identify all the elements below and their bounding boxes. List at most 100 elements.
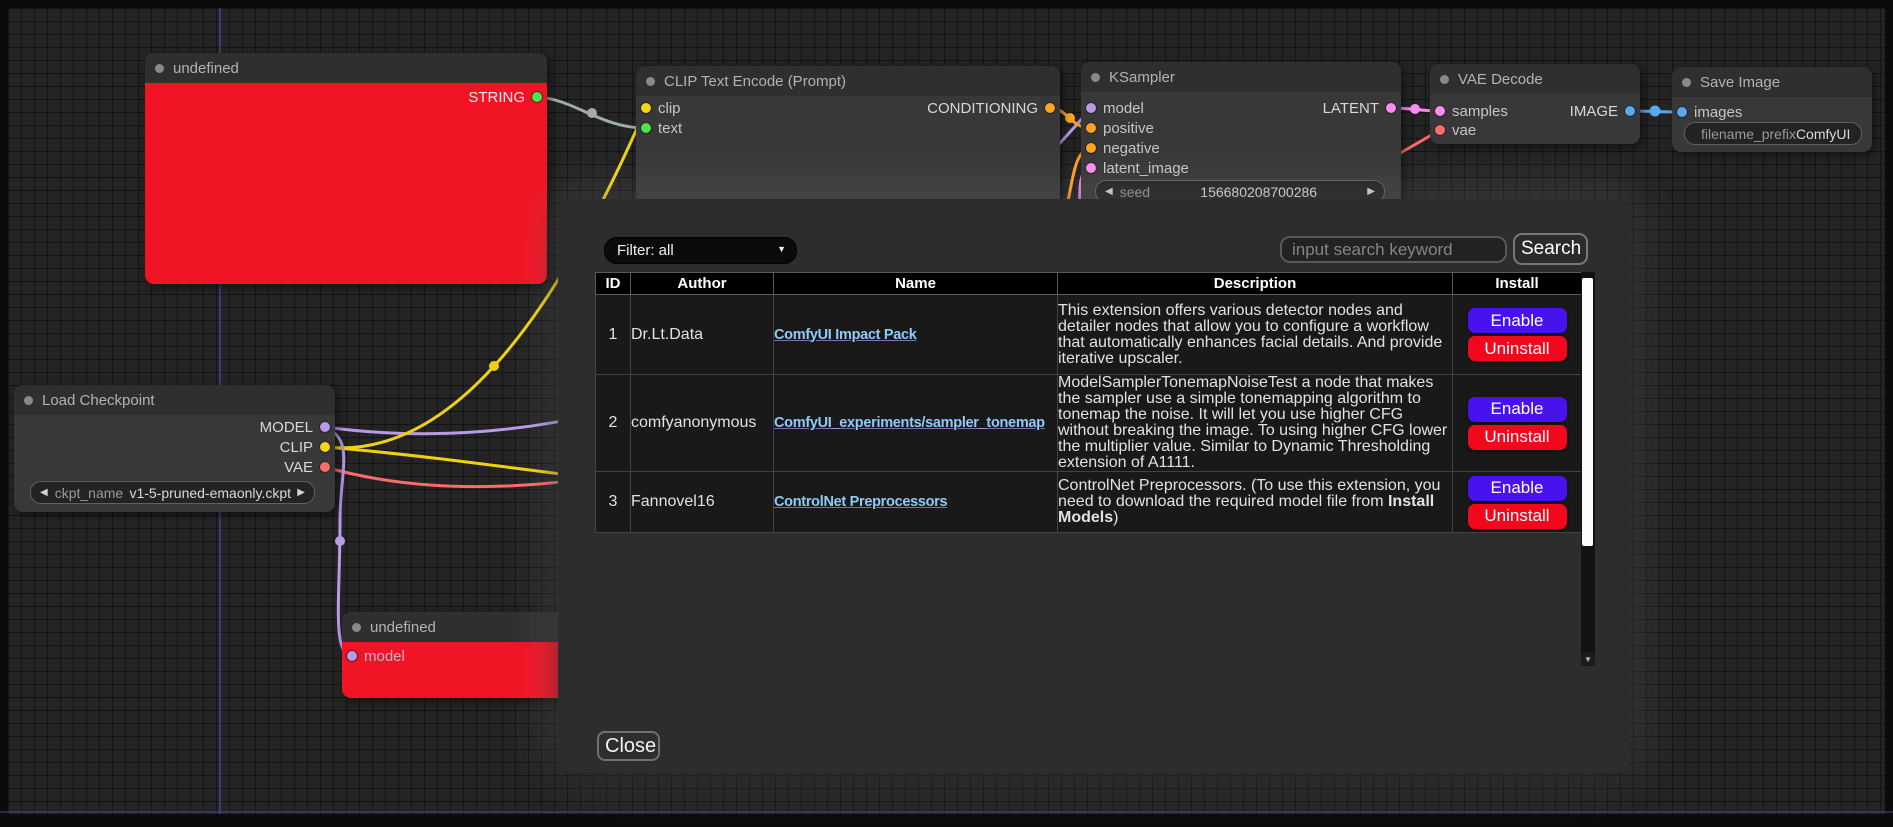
- node-status-dot: [646, 77, 655, 86]
- filename-prefix-widget[interactable]: filename_prefix ComfyUI: [1684, 122, 1862, 145]
- output-label: CLIP: [280, 439, 313, 456]
- node-titlebar[interactable]: KSampler: [1081, 62, 1401, 92]
- node-titlebar[interactable]: undefined: [342, 612, 572, 642]
- node-save-image[interactable]: Save Image images filename_prefix ComfyU…: [1672, 67, 1872, 152]
- node-status-dot: [24, 396, 33, 405]
- input-port-text[interactable]: [641, 123, 651, 133]
- node-title: CLIP Text Encode (Prompt): [664, 73, 846, 90]
- output-port-latent[interactable]: [1386, 103, 1396, 113]
- cell-name: ControlNet Preprocessors: [774, 472, 1058, 533]
- cell-author: comfyanonymous: [631, 375, 774, 472]
- table-header-row: ID Author Name Description Install: [596, 273, 1582, 295]
- cell-name: ComfyUI_experiments/sampler_tonemap: [774, 375, 1058, 472]
- cell-author: Dr.Lt.Data: [631, 295, 774, 375]
- output-port-model[interactable]: [320, 422, 330, 432]
- output-port-conditioning[interactable]: [1045, 103, 1055, 113]
- input-label: model: [364, 648, 405, 665]
- input-port-model[interactable]: [1086, 103, 1096, 113]
- node-status-dot: [352, 623, 361, 632]
- widget-value: ComfyUI: [1796, 126, 1850, 142]
- widget-value: 156680208700286: [1150, 184, 1367, 200]
- cell-install: Enable Uninstall: [1453, 472, 1582, 533]
- node-titlebar[interactable]: Save Image: [1672, 67, 1872, 97]
- table-row: 1Dr.Lt.DataComfyUI Impact PackThis exten…: [596, 295, 1582, 375]
- close-button[interactable]: Close: [597, 731, 660, 761]
- canvas-guide-horizontal: [0, 811, 1893, 813]
- uninstall-button[interactable]: Uninstall: [1468, 504, 1567, 529]
- node-vae-decode[interactable]: VAE Decode samples IMAGE vae: [1430, 64, 1640, 144]
- enable-button[interactable]: Enable: [1468, 397, 1567, 422]
- input-label: model: [1103, 100, 1144, 117]
- cell-description: This extension offers various detector n…: [1058, 295, 1453, 375]
- scrollbar-track[interactable]: ▼: [1581, 272, 1595, 666]
- node-titlebar[interactable]: CLIP Text Encode (Prompt): [636, 66, 1060, 96]
- output-port-clip[interactable]: [320, 442, 330, 452]
- output-port-vae[interactable]: [320, 462, 330, 472]
- description-text: ): [1113, 509, 1118, 526]
- node-title: VAE Decode: [1458, 71, 1543, 88]
- extension-manager-dialog: Filter: all ▼ Search ID Author Name Desc…: [558, 199, 1630, 773]
- enable-button[interactable]: Enable: [1468, 308, 1567, 333]
- input-port-samples[interactable]: [1435, 106, 1445, 116]
- input-label: samples: [1452, 103, 1508, 120]
- node-load-checkpoint[interactable]: Load Checkpoint MODEL CLIP VAE ◀ ckpt_na…: [14, 385, 335, 512]
- widget-left-arrow-icon[interactable]: ◀: [1105, 187, 1113, 197]
- input-label: negative: [1103, 140, 1160, 157]
- extensions-table-body: 1Dr.Lt.DataComfyUI Impact PackThis exten…: [596, 295, 1582, 533]
- node-status-dot: [1440, 75, 1449, 84]
- ckpt-name-widget[interactable]: ◀ ckpt_name v1-5-pruned-emaonly.ckpt ▶: [30, 481, 315, 504]
- extension-link[interactable]: ComfyUI Impact Pack: [774, 327, 917, 343]
- input-port-clip[interactable]: [641, 103, 651, 113]
- node-title: Load Checkpoint: [42, 392, 155, 409]
- node-titlebar[interactable]: VAE Decode: [1430, 64, 1640, 94]
- node-title: KSampler: [1109, 69, 1175, 86]
- filter-select[interactable]: Filter: all: [604, 237, 797, 264]
- extension-link[interactable]: ComfyUI_experiments/sampler_tonemap: [774, 415, 1045, 431]
- search-button[interactable]: Search: [1513, 233, 1588, 265]
- widget-right-arrow-icon[interactable]: ▶: [1367, 187, 1375, 197]
- scrollbar-thumb[interactable]: [1582, 278, 1593, 546]
- output-label: MODEL: [260, 419, 313, 436]
- cell-install: Enable Uninstall: [1453, 375, 1582, 472]
- output-label: STRING: [468, 89, 525, 106]
- output-port-image[interactable]: [1625, 106, 1635, 116]
- extensions-table-container: ID Author Name Description Install 1Dr.L…: [595, 272, 1595, 666]
- extension-link[interactable]: ControlNet Preprocessors: [774, 494, 947, 510]
- uninstall-button[interactable]: Uninstall: [1468, 425, 1567, 450]
- column-header-author: Author: [631, 273, 774, 295]
- cell-description: ModelSamplerTonemapNoiseTest a node that…: [1058, 375, 1453, 472]
- cell-id: 3: [596, 472, 631, 533]
- node-ksampler[interactable]: KSampler model LATENT positive negative …: [1081, 62, 1401, 210]
- input-port-vae[interactable]: [1435, 125, 1445, 135]
- input-port-negative[interactable]: [1086, 143, 1096, 153]
- node-undefined-bottom[interactable]: undefined model: [342, 612, 572, 698]
- cell-description: ControlNet Preprocessors. (To use this e…: [1058, 472, 1453, 533]
- search-input[interactable]: [1280, 236, 1507, 263]
- output-label: IMAGE: [1570, 103, 1618, 120]
- input-label: vae: [1452, 122, 1476, 139]
- input-port-positive[interactable]: [1086, 123, 1096, 133]
- output-port-string[interactable]: [532, 92, 542, 102]
- widget-value: v1-5-pruned-emaonly.ckpt: [123, 485, 297, 501]
- input-port-model[interactable]: [347, 651, 357, 661]
- input-label: text: [658, 120, 682, 137]
- enable-button[interactable]: Enable: [1468, 476, 1567, 501]
- node-titlebar[interactable]: undefined: [145, 53, 547, 83]
- widget-left-arrow-icon[interactable]: ◀: [40, 488, 48, 498]
- node-titlebar[interactable]: Load Checkpoint: [14, 385, 335, 415]
- column-header-install: Install: [1453, 273, 1582, 295]
- uninstall-button[interactable]: Uninstall: [1468, 336, 1567, 361]
- widget-right-arrow-icon[interactable]: ▶: [297, 488, 305, 498]
- scroll-down-button[interactable]: ▼: [1581, 652, 1595, 666]
- node-status-dot: [1682, 78, 1691, 87]
- input-label: images: [1694, 104, 1742, 121]
- description-text: ModelSamplerTonemapNoiseTest a node that…: [1058, 374, 1447, 471]
- widget-name: ckpt_name: [55, 485, 123, 501]
- input-port-images[interactable]: [1677, 107, 1687, 117]
- column-header-name: Name: [774, 273, 1058, 295]
- input-port-latent-image[interactable]: [1086, 163, 1096, 173]
- widget-name: filename_prefix: [1701, 126, 1796, 142]
- output-label: LATENT: [1323, 100, 1379, 117]
- node-undefined-top[interactable]: undefined STRING: [145, 53, 547, 284]
- node-title: undefined: [370, 619, 436, 636]
